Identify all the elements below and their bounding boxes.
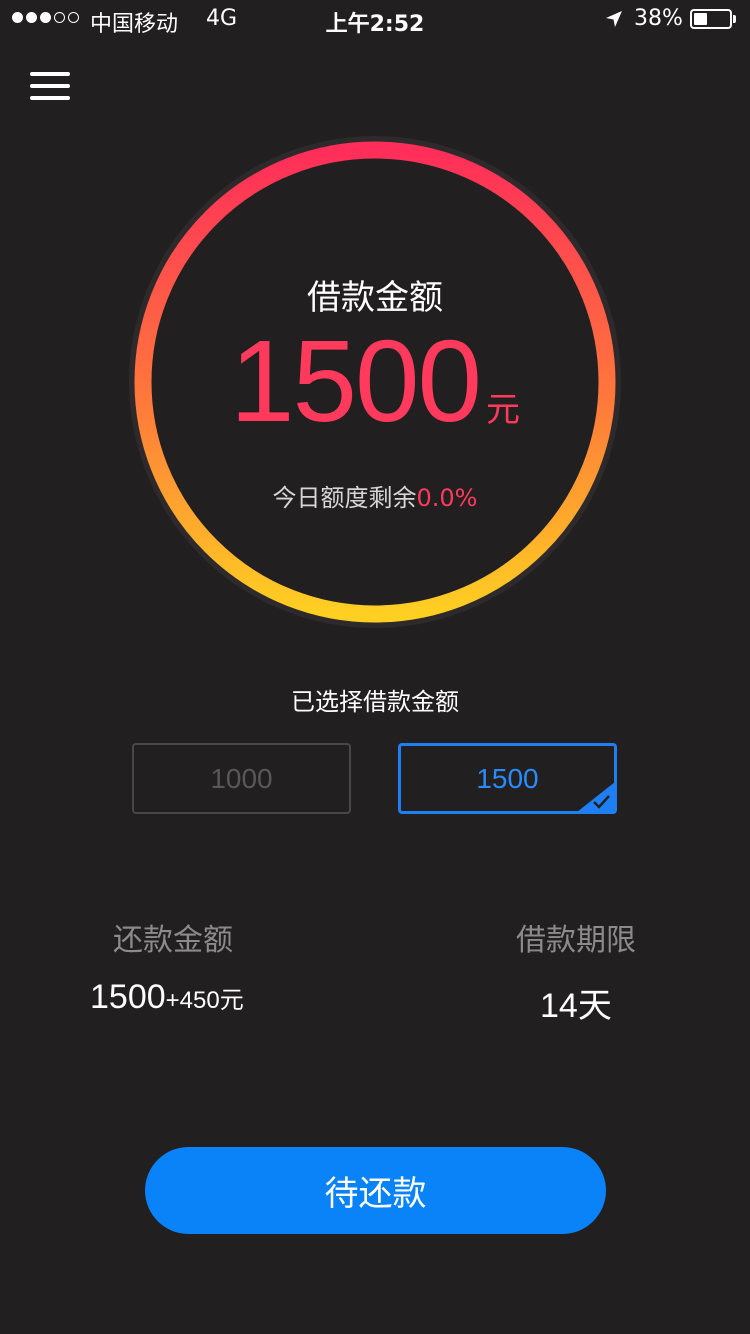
battery-icon bbox=[690, 9, 732, 29]
repayment-amount-label: 还款金额 bbox=[113, 923, 233, 958]
loan-screen: 中国移动 4G 上午2:52 38% 借款金额 1500 元 今日额度剩余0.0… bbox=[0, 0, 750, 1334]
amount-option-1500[interactable]: 1500 bbox=[398, 743, 617, 814]
amount-option-label: 1000 bbox=[210, 762, 273, 794]
repayment-amount-value: 1500+450元 bbox=[90, 978, 244, 1017]
check-icon bbox=[578, 782, 614, 811]
loan-amount-display: 1500 元 bbox=[125, 314, 625, 448]
battery-level bbox=[694, 13, 707, 25]
battery-percent: 38% bbox=[634, 6, 683, 31]
repayment-interest: +450元 bbox=[165, 987, 244, 1014]
hamburger-menu-icon[interactable] bbox=[30, 70, 70, 102]
loan-amount-value: 1500 bbox=[229, 316, 482, 446]
amount-option-1000[interactable]: 1000 bbox=[132, 743, 351, 814]
repayment-principal: 1500 bbox=[90, 978, 166, 1016]
loan-amount-unit: 元 bbox=[486, 391, 521, 429]
remaining-quota: 今日额度剩余0.0% bbox=[125, 478, 625, 513]
battery-tip bbox=[733, 15, 736, 23]
loan-term-label: 借款期限 bbox=[516, 923, 636, 958]
location-arrow-icon bbox=[606, 11, 622, 27]
loan-amount-ring: 借款金额 1500 元 今日额度剩余0.0% bbox=[125, 132, 625, 632]
amount-option-label: 1500 bbox=[476, 762, 539, 794]
menu-line bbox=[30, 72, 70, 76]
remaining-quota-label: 今日额度剩余 bbox=[272, 484, 417, 512]
remaining-quota-value: 0.0% bbox=[416, 484, 478, 512]
status-bar: 中国移动 4G 上午2:52 38% bbox=[0, 0, 750, 40]
loan-amount-title: 借款金额 bbox=[307, 278, 443, 318]
pending-repayment-button[interactable]: 待还款 bbox=[145, 1147, 606, 1234]
selected-amount-label: 已选择借款金额 bbox=[291, 688, 459, 716]
menu-line bbox=[30, 84, 70, 88]
loan-term-value: 14天 bbox=[540, 987, 612, 1025]
menu-line bbox=[30, 96, 70, 100]
